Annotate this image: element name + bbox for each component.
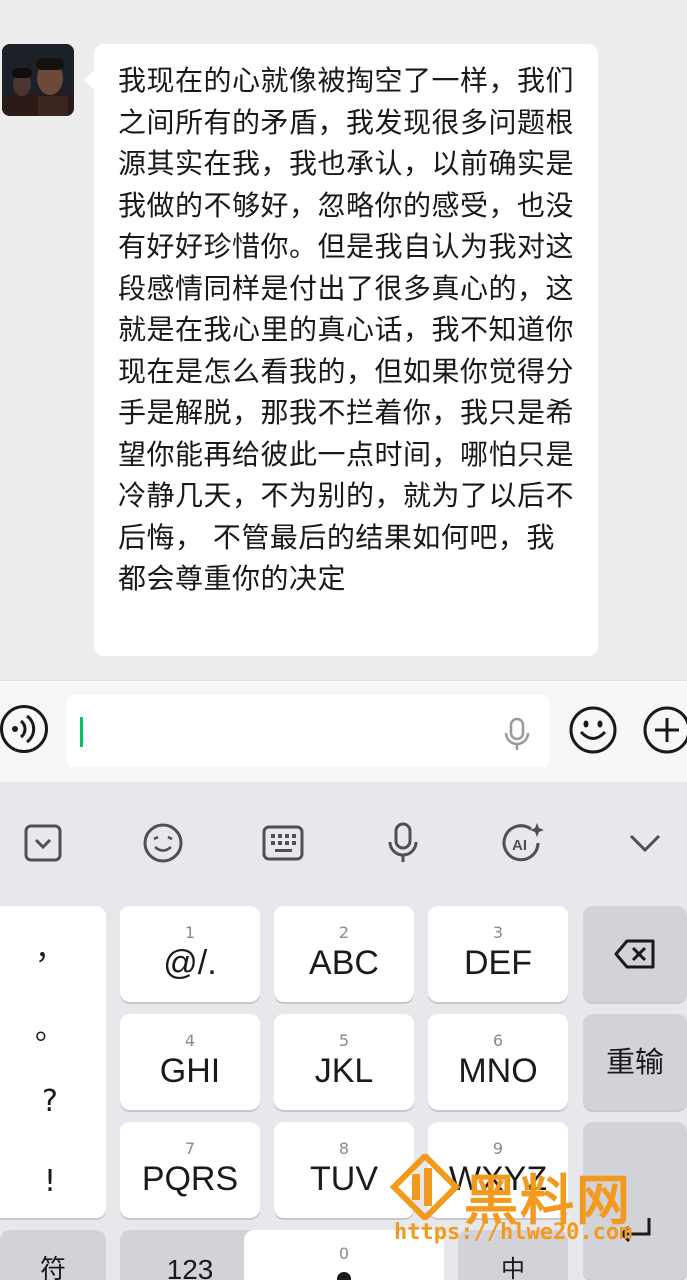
watermark-logo-icon (390, 1154, 460, 1220)
key-3[interactable]: 3 DEF (428, 906, 568, 1002)
plus-icon[interactable] (642, 705, 687, 755)
watermark: 黑料网 https://hlwe20.com (388, 1150, 687, 1250)
key-2[interactable]: 2 ABC (274, 906, 414, 1002)
watermark-url: https://hlwe20.com (394, 1220, 633, 1245)
key-6[interactable]: 6 MNO (428, 1014, 568, 1110)
collapse-icon[interactable] (20, 820, 66, 866)
ai-icon[interactable]: AI (500, 820, 546, 866)
keyboard-toolbar: AI (0, 782, 687, 900)
chat-input-bar (0, 680, 687, 782)
svg-text:AI: AI (512, 837, 527, 854)
text-cursor (80, 717, 83, 747)
symbol-question[interactable]: ? (0, 1084, 100, 1119)
key-1[interactable]: 1 @/. (120, 906, 260, 1002)
symbol-comma[interactable]: ， (0, 924, 100, 968)
avatar-image (2, 44, 74, 116)
symbol-exclaim[interactable]: ! (0, 1164, 100, 1199)
key-4[interactable]: 4 GHI (120, 1014, 260, 1110)
symbol-column[interactable]: ， 。 ? ! (0, 906, 106, 1218)
space-mic-icon (337, 1272, 351, 1280)
numbers-key[interactable]: 123 (120, 1230, 260, 1280)
key-5[interactable]: 5 JKL (274, 1014, 414, 1110)
message-bubble[interactable]: 我现在的心就像被掏空了一样，我们之间所有的矛盾，我发现很多问题根源其实在我，我也… (84, 44, 598, 656)
symbol-period[interactable]: 。 (0, 1004, 100, 1048)
backspace-icon (614, 939, 655, 969)
reinput-button[interactable]: 重输 (583, 1014, 687, 1110)
keyboard-icon[interactable] (260, 820, 306, 866)
message-text: 我现在的心就像被掏空了一样，我们之间所有的矛盾，我发现很多问题根源其实在我，我也… (118, 64, 575, 595)
message-input[interactable] (66, 695, 550, 767)
key-7[interactable]: 7 PQRS (120, 1122, 260, 1218)
mic-icon[interactable] (502, 717, 532, 751)
symbols-key[interactable]: 符 (0, 1230, 106, 1280)
mic-icon[interactable] (380, 820, 426, 866)
contact-avatar[interactable] (2, 44, 74, 116)
voice-icon[interactable] (0, 705, 48, 753)
chevron-down-icon[interactable] (622, 820, 668, 866)
emoticon-icon[interactable] (140, 820, 186, 866)
backspace-button[interactable] (583, 906, 687, 1002)
chat-area: 我现在的心就像被掏空了一样，我们之间所有的矛盾，我发现很多问题根源其实在我，我也… (0, 0, 687, 680)
emoji-icon[interactable] (568, 705, 618, 755)
